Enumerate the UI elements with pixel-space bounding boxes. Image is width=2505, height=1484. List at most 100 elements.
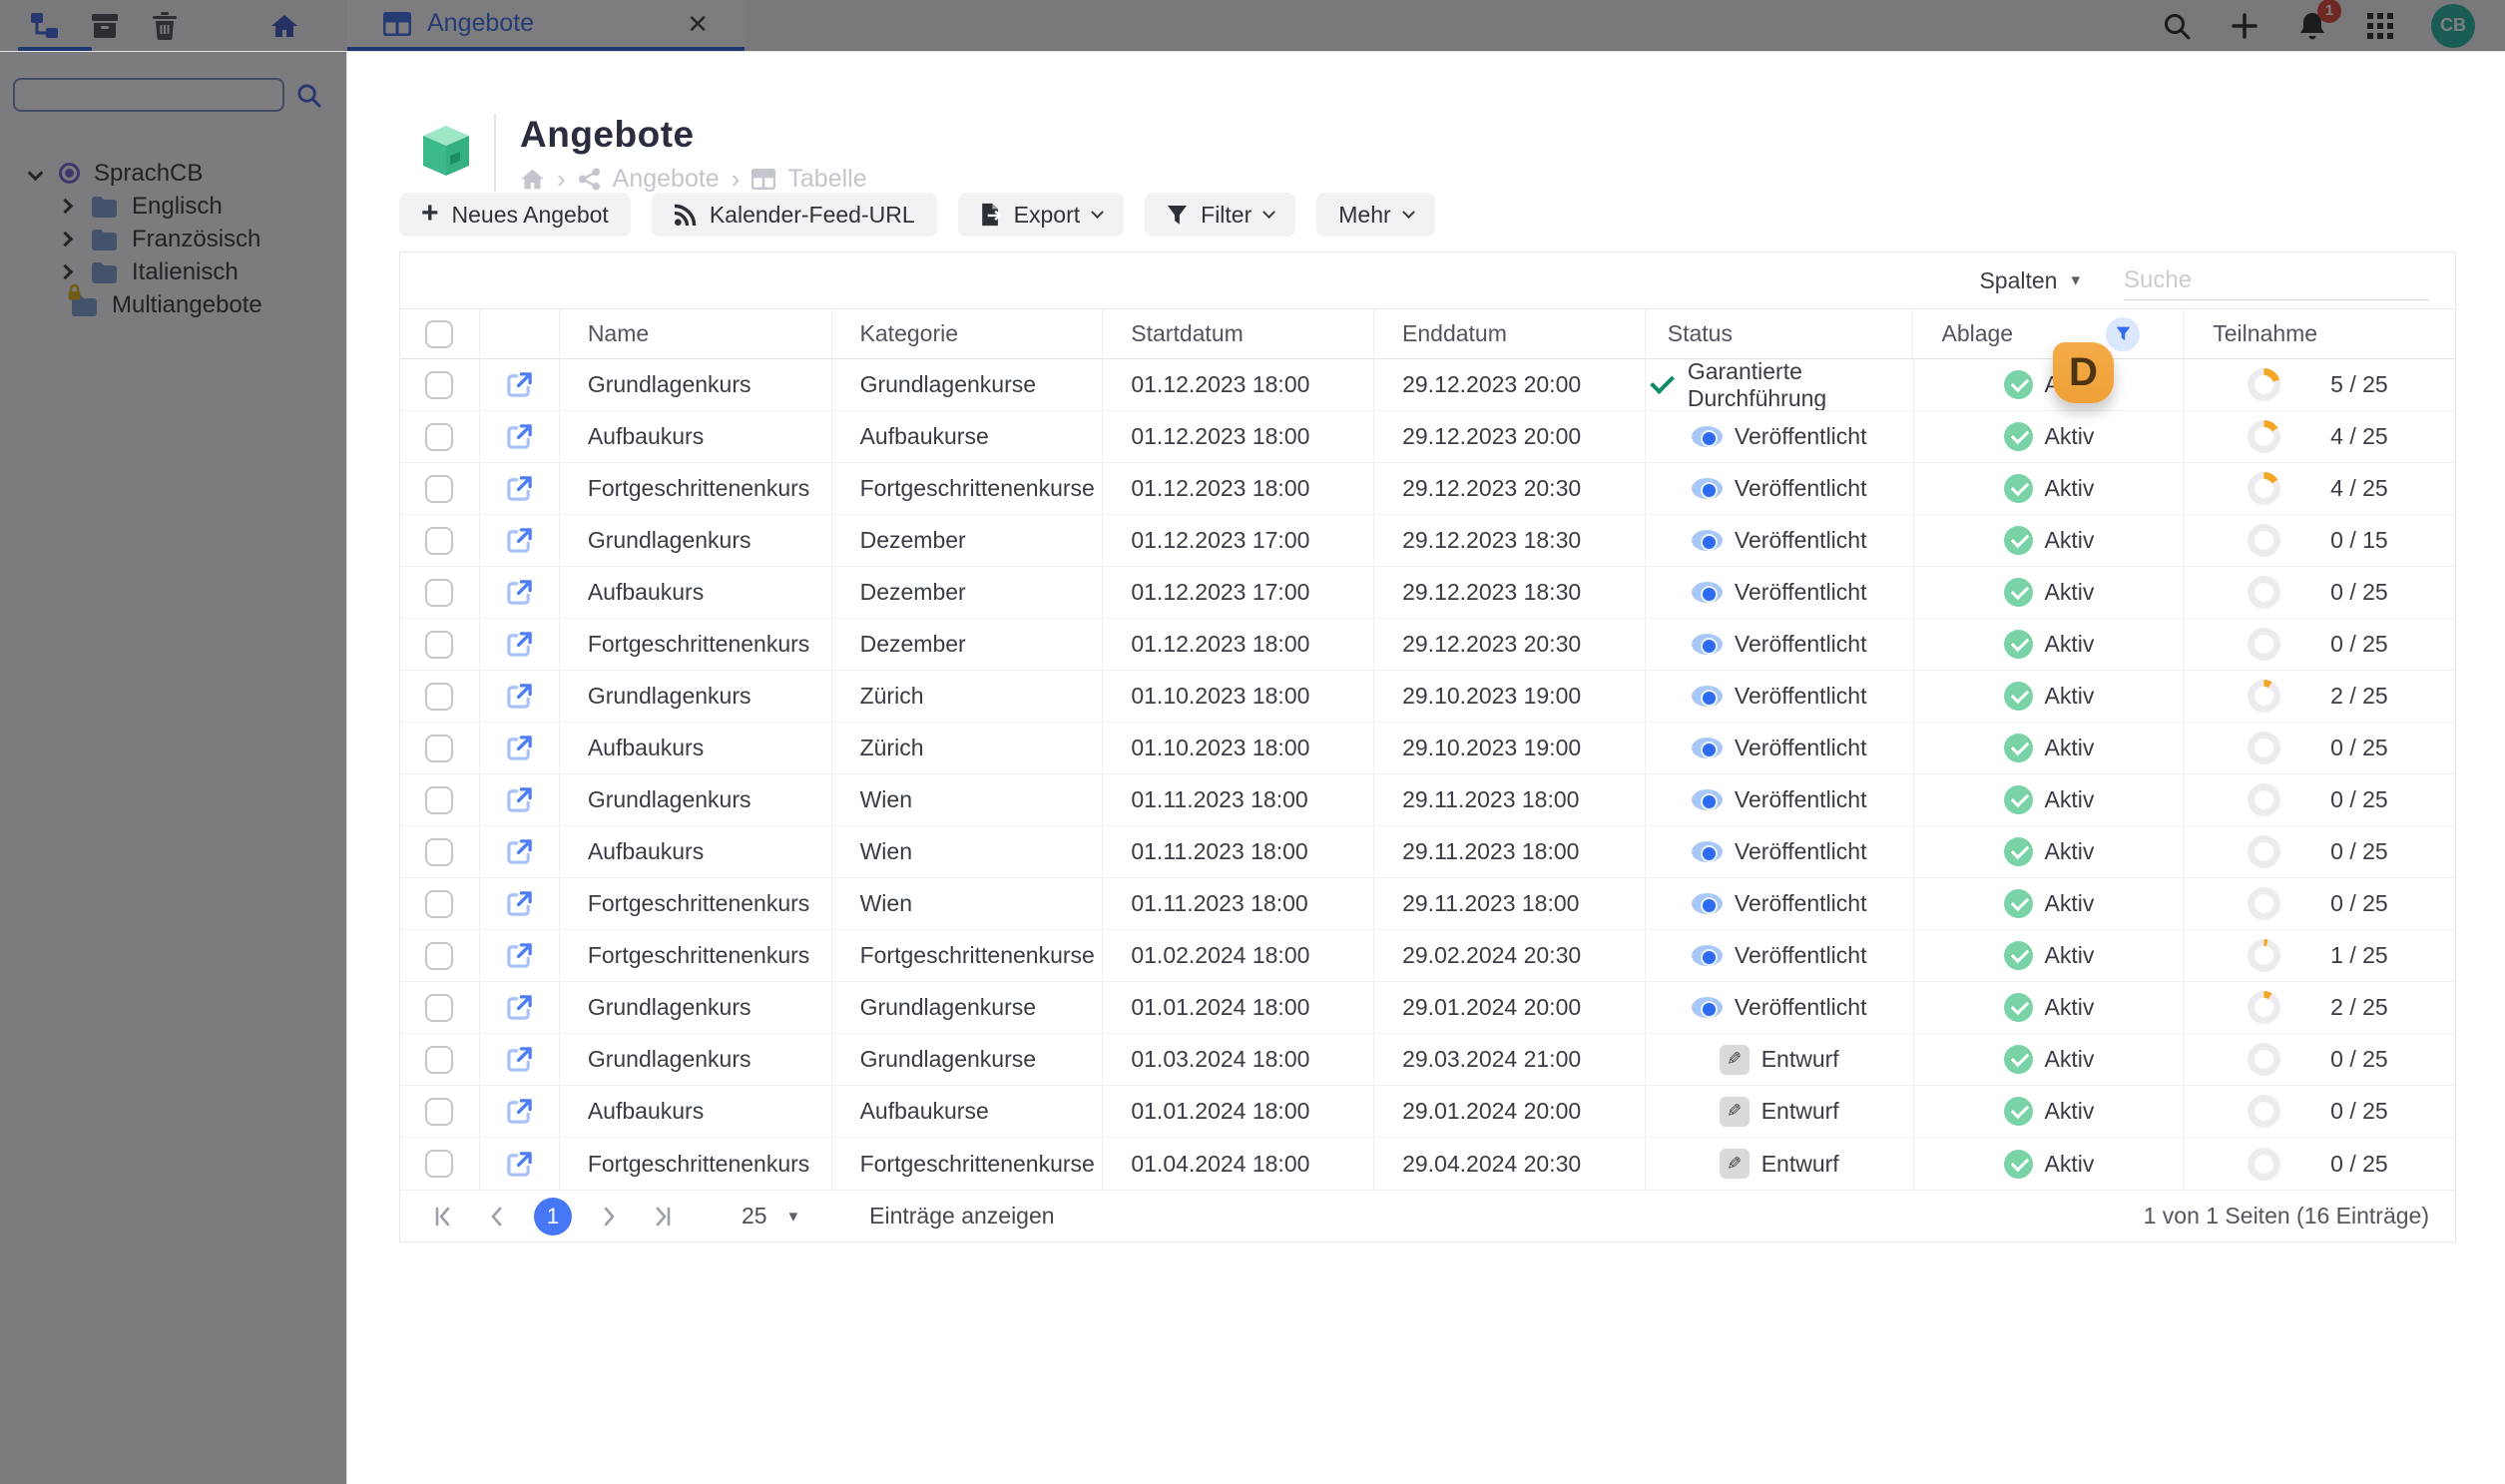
column-header-startdatum[interactable]: Startdatum (1103, 309, 1375, 358)
open-record-icon[interactable] (506, 683, 533, 710)
open-record-icon[interactable] (506, 994, 533, 1021)
row-checkbox[interactable] (425, 785, 454, 814)
chevron-right-icon[interactable] (57, 263, 74, 280)
last-page-button[interactable] (646, 1200, 680, 1234)
new-offer-button[interactable]: + Neues Angebot (399, 193, 631, 237)
table-row[interactable]: Fortgeschrittenenkurs Fortgeschrittenenk… (400, 463, 2455, 515)
table-row[interactable]: Aufbaukurs Aufbaukurse 01.12.2023 18:00 … (400, 411, 2455, 463)
select-all-checkbox[interactable] (425, 319, 454, 348)
close-tab-icon[interactable]: ✕ (687, 11, 709, 37)
avatar[interactable]: CB (2431, 3, 2475, 48)
home-icon[interactable] (267, 9, 301, 43)
table-row[interactable]: Aufbaukurs Zürich 01.10.2023 18:00 29.10… (400, 723, 2455, 774)
row-checkbox[interactable] (425, 422, 454, 451)
column-header-kategorie[interactable]: Kategorie (832, 309, 1104, 358)
open-record-icon[interactable] (506, 475, 533, 502)
table-row[interactable]: Fortgeschrittenenkurs Fortgeschrittenenk… (400, 930, 2455, 982)
more-button[interactable]: Mehr (1316, 193, 1435, 237)
first-page-button[interactable] (426, 1200, 460, 1234)
column-header-status[interactable]: Status (1646, 309, 1914, 358)
row-checkbox[interactable] (425, 1150, 454, 1178)
open-record-icon[interactable] (506, 735, 533, 761)
chevron-right-icon[interactable] (57, 198, 74, 215)
table-row[interactable]: Grundlagenkurs Zürich 01.10.2023 18:00 2… (400, 671, 2455, 723)
column-header-teilnahme[interactable]: Teilnahme (2185, 309, 2455, 358)
bell-icon[interactable]: 1 (2295, 0, 2341, 43)
tree-item[interactable]: Französisch (0, 223, 346, 255)
table-row[interactable]: Grundlagenkurs Dezember 01.12.2023 17:00… (400, 515, 2455, 567)
table-row[interactable]: Grundlagenkurs Grundlagenkurse 01.12.202… (400, 359, 2455, 411)
table-row[interactable]: Grundlagenkurs Grundlagenkurse 01.03.202… (400, 1034, 2455, 1086)
home-icon[interactable] (520, 168, 545, 191)
search-icon[interactable] (2160, 9, 2194, 43)
columns-dropdown[interactable]: Spalten ▾ (1979, 267, 2080, 294)
cell-startdatum: 01.03.2024 18:00 (1103, 1034, 1375, 1085)
tree-structure-icon[interactable] (28, 9, 62, 43)
tree-item[interactable]: Multiangebote (0, 283, 346, 321)
plus-icon: + (421, 196, 439, 230)
filter-button[interactable]: Filter (1145, 193, 1296, 237)
chevron-right-icon[interactable] (57, 231, 74, 247)
sidebar-search-icon[interactable] (296, 83, 321, 108)
table-row[interactable]: Grundlagenkurs Grundlagenkurse 01.01.202… (400, 982, 2455, 1034)
row-checkbox[interactable] (425, 630, 454, 659)
table-row[interactable]: Fortgeschrittenenkurs Fortgeschrittenenk… (400, 1138, 2455, 1190)
column-header-enddatum[interactable]: Enddatum (1374, 309, 1646, 358)
tree-item[interactable]: Englisch (0, 190, 346, 223)
sidebar-search-input[interactable] (13, 78, 284, 112)
table-search-input[interactable] (2124, 265, 2433, 294)
row-checkbox[interactable] (425, 889, 454, 918)
plus-icon[interactable] (2228, 9, 2261, 43)
open-record-icon[interactable] (506, 1098, 533, 1125)
chevron-down-icon[interactable] (27, 165, 44, 182)
open-column-header (480, 309, 560, 358)
open-record-icon[interactable] (506, 371, 533, 398)
row-checkbox[interactable] (425, 526, 454, 555)
tree-item[interactable]: Italienisch (0, 255, 346, 288)
table-row[interactable]: Aufbaukurs Dezember 01.12.2023 17:00 29.… (400, 567, 2455, 619)
row-checkbox[interactable] (425, 941, 454, 970)
row-checkbox[interactable] (425, 1097, 454, 1126)
tree-item-root[interactable]: SprachCB (0, 157, 346, 190)
table-row[interactable]: Fortgeschrittenenkurs Wien 01.11.2023 18… (400, 878, 2455, 930)
open-record-icon[interactable] (506, 423, 533, 450)
table-row[interactable]: Fortgeschrittenenkurs Dezember 01.12.202… (400, 619, 2455, 671)
column-header-ablage[interactable]: Ablage (1913, 309, 2186, 358)
previous-page-button[interactable] (480, 1200, 514, 1234)
breadcrumb-item[interactable]: Tabelle (787, 165, 866, 194)
row-checkbox[interactable] (425, 734, 454, 762)
open-record-icon[interactable] (506, 527, 533, 554)
column-header-name[interactable]: Name (560, 309, 832, 358)
open-record-icon[interactable] (506, 1151, 533, 1178)
table-row[interactable]: Aufbaukurs Wien 01.11.2023 18:00 29.11.2… (400, 826, 2455, 878)
archive-icon[interactable] (88, 9, 122, 43)
row-checkbox[interactable] (425, 682, 454, 711)
trash-icon[interactable] (148, 9, 182, 43)
table-row[interactable]: Grundlagenkurs Wien 01.11.2023 18:00 29.… (400, 774, 2455, 826)
next-page-button[interactable] (592, 1200, 626, 1234)
breadcrumb-item[interactable]: Angebote (613, 165, 720, 194)
export-button[interactable]: Export (957, 193, 1125, 237)
open-record-icon[interactable] (506, 890, 533, 917)
calendar-feed-url-button[interactable]: Kalender-Feed-URL (651, 193, 937, 237)
ablage-filter-icon[interactable] (2106, 316, 2141, 351)
table-row[interactable]: Aufbaukurs Aufbaukurse 01.01.2024 18:00 … (400, 1086, 2455, 1138)
row-checkbox[interactable] (425, 474, 454, 503)
row-checkbox[interactable] (425, 1045, 454, 1074)
status-label: Veröffentlicht (1734, 579, 1867, 605)
tab-angebote[interactable]: Angebote ✕ (347, 0, 745, 51)
row-checkbox[interactable] (425, 993, 454, 1022)
page-size-select[interactable]: 25 ▾ (742, 1203, 797, 1230)
open-record-icon[interactable] (506, 631, 533, 658)
open-record-icon[interactable] (506, 786, 533, 813)
row-checkbox[interactable] (425, 578, 454, 607)
cell-teilnahme: 5 / 25 (2185, 359, 2455, 410)
open-record-icon[interactable] (506, 942, 533, 969)
open-record-icon[interactable] (506, 579, 533, 606)
row-checkbox[interactable] (425, 370, 454, 399)
current-page-button[interactable]: 1 (534, 1197, 572, 1236)
open-record-icon[interactable] (506, 838, 533, 865)
row-checkbox[interactable] (425, 837, 454, 866)
open-record-icon[interactable] (506, 1046, 533, 1073)
apps-grid-icon[interactable] (2363, 9, 2397, 43)
